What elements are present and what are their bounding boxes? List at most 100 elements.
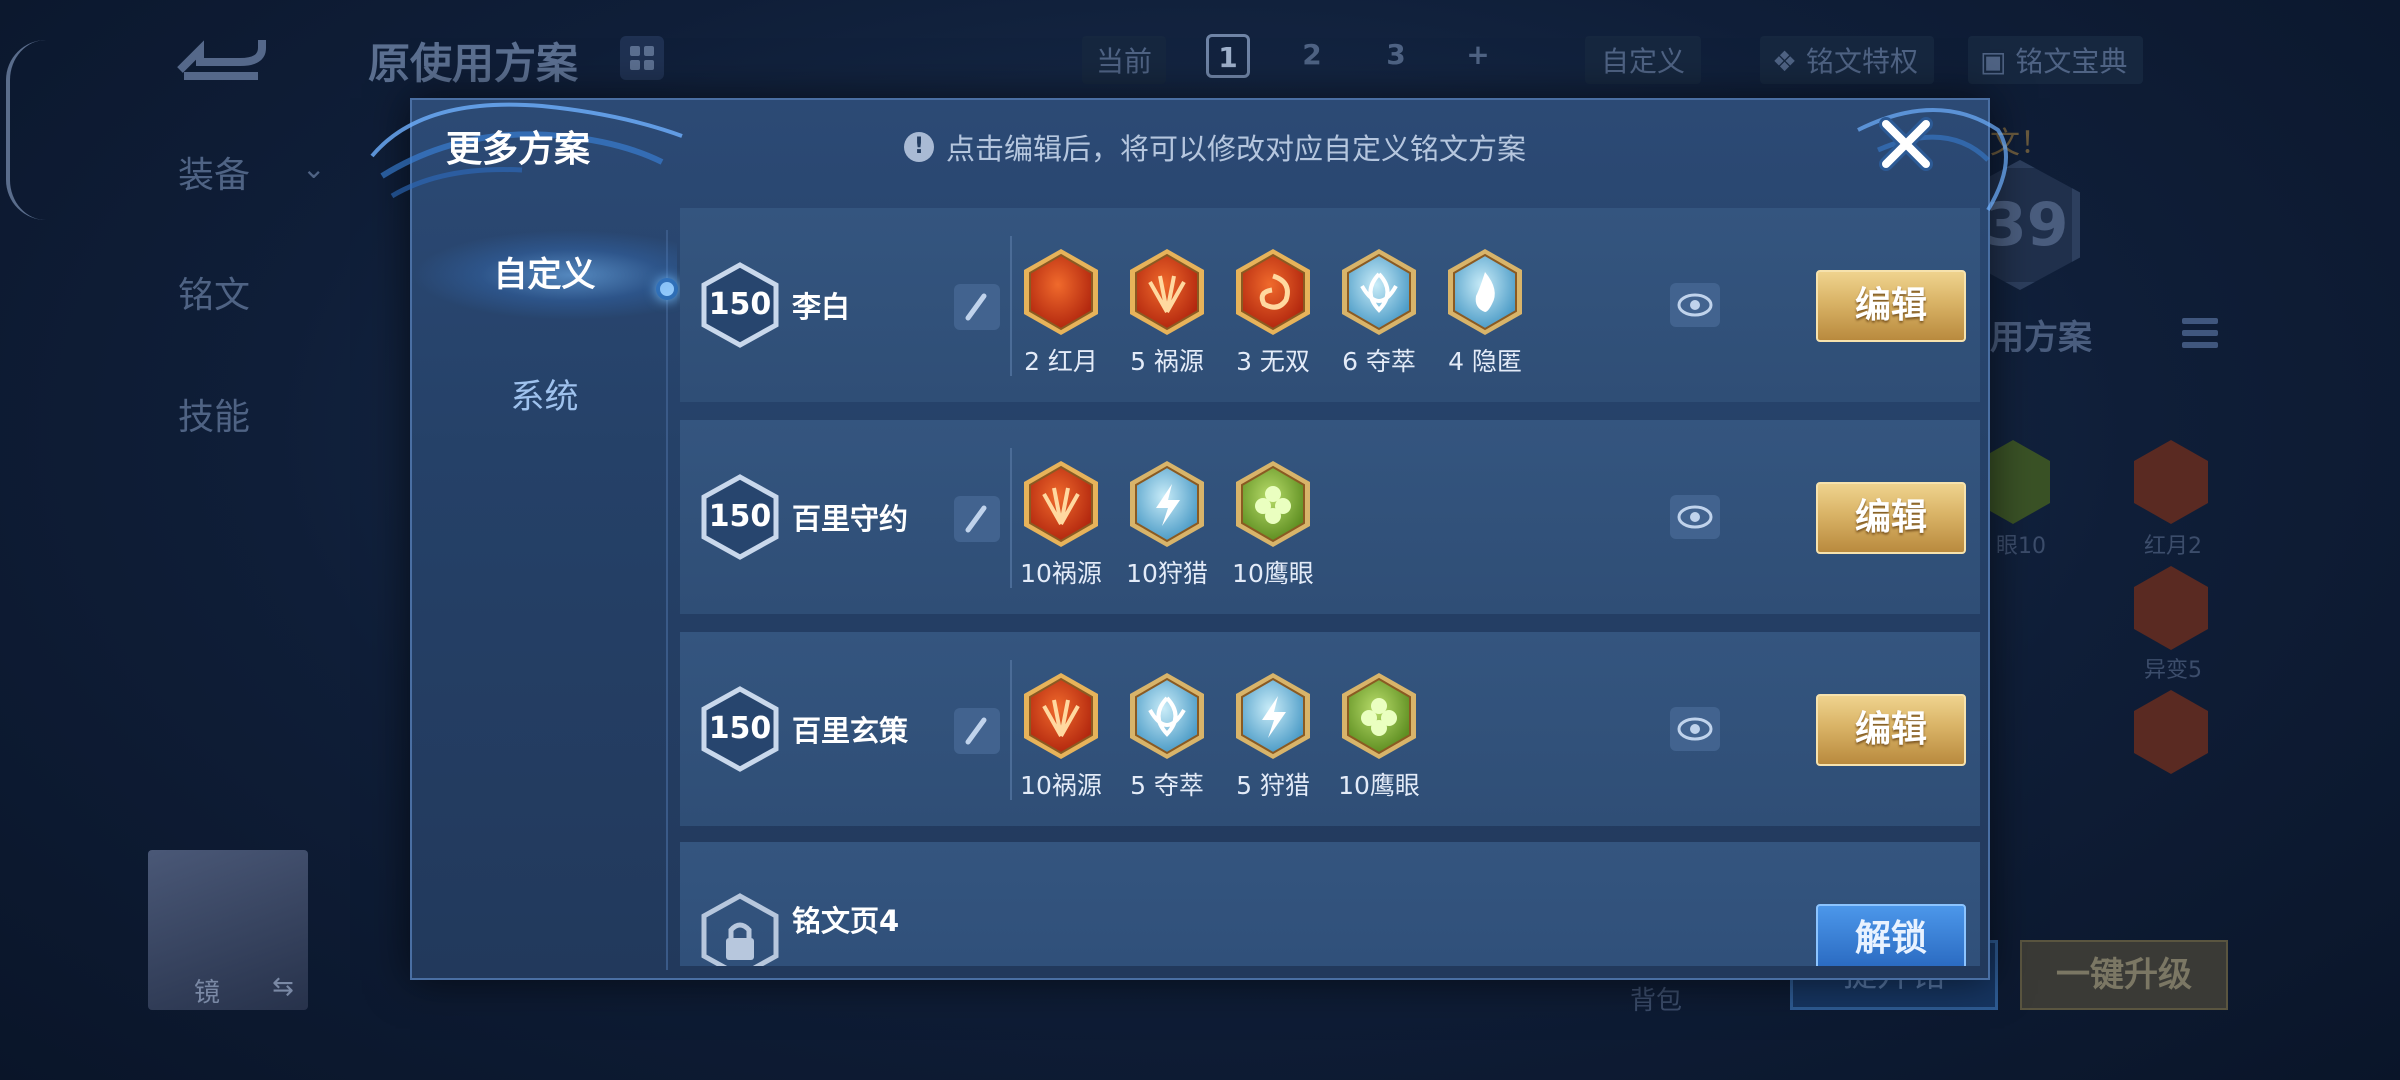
hunt-rune-icon bbox=[1130, 461, 1204, 547]
rune-label: 5 祸源 bbox=[1130, 347, 1204, 376]
rune-item: 10鹰眼 bbox=[1232, 458, 1314, 590]
rename-pencil-icon[interactable] bbox=[954, 708, 1000, 754]
eagle-eye-rune-icon bbox=[1236, 461, 1310, 547]
rune-label: 10狩猎 bbox=[1126, 559, 1208, 588]
hunt-rune-icon bbox=[1236, 673, 1310, 759]
page-tab-2[interactable]: 2 bbox=[1290, 34, 1334, 78]
rune-label: 4 隐匿 bbox=[1448, 347, 1522, 376]
page-title: 原使用方案 bbox=[368, 39, 579, 88]
plan-level: 150 bbox=[708, 711, 772, 746]
modal-title: 更多方案 bbox=[446, 129, 591, 170]
preview-eye-icon[interactable] bbox=[1670, 707, 1720, 751]
rune-list: 10祸源 10狩猎 10鹰眼 bbox=[1020, 458, 1314, 590]
page-tab-3[interactable]: 3 bbox=[1374, 34, 1418, 78]
rune-item: 2 红月 bbox=[1020, 246, 1102, 378]
bg-rune-label-2: 红月2 bbox=[2144, 534, 2202, 559]
stealth-rune-icon bbox=[1448, 249, 1522, 335]
back-arrow-icon[interactable] bbox=[170, 30, 270, 86]
bg-rune-label-3: 异变5 bbox=[2144, 658, 2202, 683]
rune-item: 3 无双 bbox=[1232, 246, 1314, 378]
rune-item: 6 夺萃 bbox=[1338, 246, 1420, 378]
guide-icon: ▣ bbox=[1980, 45, 2016, 78]
preview-eye-icon[interactable] bbox=[1670, 495, 1720, 539]
plunder-rune-icon bbox=[1342, 249, 1416, 335]
rune-guide-button[interactable]: ▣ 铭文宝典 bbox=[1968, 36, 2144, 84]
bg-rune-red-2 bbox=[2134, 566, 2208, 650]
grid-icon[interactable] bbox=[620, 36, 664, 80]
rune-label: 10祸源 bbox=[1020, 559, 1102, 588]
red-moon-rune-icon bbox=[1024, 249, 1098, 335]
edit-button[interactable]: 编辑 bbox=[1816, 270, 1966, 342]
preview-eye-icon[interactable] bbox=[1670, 283, 1720, 327]
row-divider bbox=[1010, 448, 1012, 588]
rune-item: 4 隐匿 bbox=[1444, 246, 1526, 378]
rune-item: 10祸源 bbox=[1020, 458, 1102, 590]
row-divider bbox=[1010, 660, 1012, 800]
edit-button[interactable]: 编辑 bbox=[1816, 694, 1966, 766]
info-icon: ! bbox=[904, 132, 934, 162]
side-nav-skill[interactable]: 技能 bbox=[178, 388, 250, 440]
rune-label: 10祸源 bbox=[1020, 771, 1102, 800]
book-icon: ❖ bbox=[1772, 45, 1807, 78]
plan-level: 150 bbox=[708, 287, 772, 322]
rune-privilege-button[interactable]: ❖ 铭文特权 bbox=[1760, 36, 1935, 84]
custom-button[interactable]: 自定义 bbox=[1585, 36, 1702, 84]
calamity-rune-icon bbox=[1130, 249, 1204, 335]
add-page-button[interactable]: + bbox=[1456, 34, 1500, 78]
rune-label: 5 夺萃 bbox=[1130, 771, 1204, 800]
rune-label: 5 狩猎 bbox=[1236, 771, 1310, 800]
swap-icon[interactable]: ⇆ bbox=[272, 972, 294, 1002]
hero-name: 镜 bbox=[194, 978, 221, 1008]
lock-icon bbox=[701, 893, 779, 966]
plan-level: 150 bbox=[708, 499, 772, 534]
page-tab-1[interactable]: 1 bbox=[1206, 34, 1250, 78]
rune-item: 10鹰眼 bbox=[1338, 670, 1420, 802]
rune-guide-label: 铭文宝典 bbox=[2015, 45, 2128, 78]
plan-name: 李白 bbox=[792, 290, 851, 324]
plan-name: 百里守约 bbox=[792, 502, 909, 536]
rune-item: 5 狩猎 bbox=[1232, 670, 1314, 802]
row-divider bbox=[1010, 236, 1012, 376]
tab-column: 自定义 系统 bbox=[412, 210, 677, 970]
side-nav-rune[interactable]: 铭文 bbox=[178, 266, 250, 318]
tab-custom[interactable]: 自定义 bbox=[412, 230, 677, 320]
bg-rune-label-1: 眼10 bbox=[1996, 534, 2046, 559]
close-icon[interactable] bbox=[1876, 114, 1936, 174]
bag-label[interactable]: 背包 bbox=[1630, 980, 1682, 1017]
plan-label: 用方案 bbox=[1990, 318, 2092, 358]
rename-pencil-icon[interactable] bbox=[954, 496, 1000, 542]
calamity-rune-icon bbox=[1024, 673, 1098, 759]
rune-label: 10鹰眼 bbox=[1338, 771, 1420, 800]
calamity-rune-icon bbox=[1024, 461, 1098, 547]
edit-button[interactable]: 编辑 bbox=[1816, 482, 1966, 554]
rune-item: 5 祸源 bbox=[1126, 246, 1208, 378]
locked-plan-row: 铭文页4 解锁 bbox=[680, 842, 1980, 966]
rune-label: 6 夺萃 bbox=[1342, 347, 1416, 376]
edge-arc bbox=[6, 40, 46, 220]
eagle-eye-rune-icon bbox=[1342, 673, 1416, 759]
rename-pencil-icon[interactable] bbox=[954, 284, 1000, 330]
plan-row: 150 李白 2 红月 5 祸源 3 无双 6 夺萃 4 隐匿 编辑 bbox=[680, 208, 1980, 402]
rune-label: 2 红月 bbox=[1024, 347, 1098, 376]
menu-icon[interactable] bbox=[2182, 318, 2218, 358]
unlock-button[interactable]: 解锁 bbox=[1816, 904, 1966, 966]
plunder-rune-icon bbox=[1130, 673, 1204, 759]
plan-row: 150 百里守约 10祸源 10狩猎 10鹰眼 编辑 bbox=[680, 420, 1980, 614]
tab-system[interactable]: 系统 bbox=[412, 352, 677, 442]
locked-plan-name: 铭文页4 bbox=[792, 904, 900, 938]
current-label: 当前 bbox=[1082, 36, 1167, 84]
hint-text: 点击编辑后，将可以修改对应自定义铭文方案 bbox=[946, 132, 1527, 166]
rune-item: 10狩猎 bbox=[1126, 458, 1208, 590]
bg-rune-red-3 bbox=[2134, 690, 2208, 774]
rune-item: 5 夺萃 bbox=[1126, 670, 1208, 802]
one-key-upgrade-button[interactable]: 一键升级 bbox=[2020, 940, 2228, 1010]
side-nav-equipment[interactable]: 装备 bbox=[178, 146, 250, 198]
plan-name: 百里玄策 bbox=[792, 714, 909, 748]
chevron-down-icon: ⌄ bbox=[302, 152, 326, 185]
rune-item: 10祸源 bbox=[1020, 670, 1102, 802]
plan-row: 150 百里玄策 10祸源 5 夺萃 5 狩猎 10鹰眼 编辑 bbox=[680, 632, 1980, 826]
rune-label: 10鹰眼 bbox=[1232, 559, 1314, 588]
peerless-rune-icon bbox=[1236, 249, 1310, 335]
more-plans-modal: 更多方案 ! 点击编辑后，将可以修改对应自定义铭文方案 自定义 系统 150 李… bbox=[370, 98, 2008, 980]
rune-privilege-label: 铭文特权 bbox=[1806, 45, 1919, 78]
